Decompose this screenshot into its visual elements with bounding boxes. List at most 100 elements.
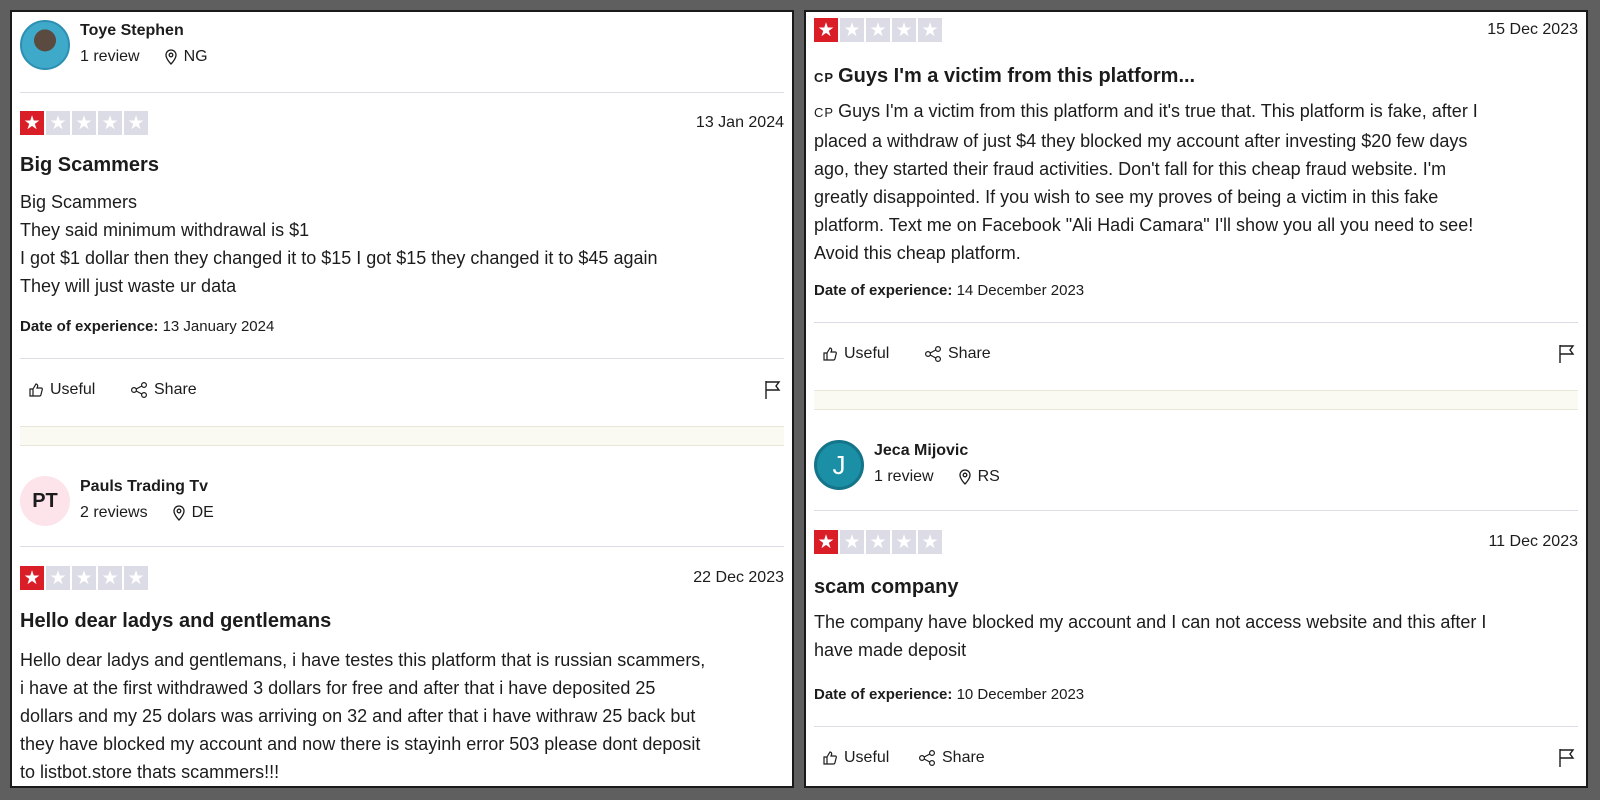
- star-icon: ★: [72, 566, 96, 590]
- share-icon: [924, 346, 942, 362]
- reviewer-name[interactable]: Toye Stephen: [80, 22, 184, 40]
- review-body-line: Avoid this cheap platform.: [814, 243, 1021, 263]
- reviewer-country: DE: [191, 504, 214, 521]
- star-icon: ★: [918, 18, 942, 42]
- avatar[interactable]: J: [814, 440, 864, 490]
- reviewer-meta: 1 review RS: [874, 468, 1000, 486]
- reviewer-meta: 2 reviews DE: [80, 504, 214, 522]
- thumbs-up-icon: [822, 346, 838, 362]
- date-of-experience-value: 10 December 2023: [956, 686, 1085, 703]
- review-body: CP Guys I'm a victim from this platform a…: [814, 97, 1478, 267]
- section-separator: [20, 426, 784, 446]
- review-body: Big Scammers They said minimum withdrawa…: [20, 188, 657, 300]
- share-label: Share: [942, 749, 985, 766]
- review-body-line: have made deposit: [814, 640, 967, 660]
- star-icon: ★: [72, 111, 96, 135]
- review-body-line: to listbot.store thats scammers!!!: [20, 762, 280, 782]
- location-pin-icon: [172, 505, 186, 521]
- star-icon: ★: [892, 530, 916, 554]
- star-rating: ★ ★ ★ ★ ★: [814, 530, 942, 554]
- review-body-line: ago, they started their fraud activities…: [814, 159, 1447, 179]
- reviewer-country: RS: [977, 468, 1000, 485]
- review-title-text: Guys I'm a victim from this platform...: [838, 65, 1196, 87]
- review-body-line: They will just waste ur data: [20, 276, 237, 296]
- review-body-line: they have blocked my account and now the…: [20, 734, 701, 754]
- useful-button[interactable]: Useful: [822, 749, 889, 767]
- useful-label: Useful: [50, 381, 96, 398]
- translation-badge: CP: [814, 70, 835, 85]
- review-title[interactable]: Hello dear ladys and gentlemans: [20, 610, 331, 633]
- date-of-experience: Date of experience: 14 December 2023: [814, 282, 1084, 299]
- review-panel-left: Toye Stephen 1 review NG ★ ★ ★ ★ ★ 13 Ja…: [10, 10, 794, 788]
- star-icon: ★: [840, 530, 864, 554]
- thumbs-up-icon: [822, 750, 838, 766]
- useful-button[interactable]: Useful: [28, 381, 95, 399]
- avatar[interactable]: [20, 20, 70, 70]
- review-count: 1 review: [80, 48, 140, 65]
- avatar[interactable]: PT: [20, 476, 70, 526]
- review-panel-right: ★ ★ ★ ★ ★ 15 Dec 2023 CP Guys I'm a victi…: [804, 10, 1588, 788]
- review-date: 15 Dec 2023: [1487, 21, 1578, 38]
- star-icon: ★: [98, 566, 122, 590]
- reviewer-name[interactable]: Pauls Trading Tv: [80, 478, 208, 496]
- divider: [814, 322, 1578, 323]
- star-icon: ★: [918, 530, 942, 554]
- review-body-line: They said minimum withdrawal is $1: [20, 220, 310, 240]
- review-body-line: CP Guys I'm a victim from this platform a…: [814, 97, 1478, 127]
- useful-label: Useful: [844, 345, 890, 362]
- review-body-line: Big Scammers: [20, 192, 138, 212]
- review-body-line: i have at the first withdrawed 3 dollars…: [20, 678, 656, 698]
- share-icon: [918, 750, 936, 766]
- location-pin-icon: [164, 49, 178, 65]
- share-button[interactable]: Share: [924, 345, 991, 363]
- review-date: 11 Dec 2023: [1488, 533, 1578, 550]
- flag-icon[interactable]: [1558, 344, 1576, 364]
- review-body-line: I got $1 dollar then they changed it to …: [20, 248, 658, 268]
- star-icon: ★: [892, 18, 916, 42]
- review-title[interactable]: scam company: [814, 576, 959, 599]
- divider: [20, 358, 784, 359]
- flag-icon[interactable]: [1558, 748, 1576, 768]
- date-of-experience-label: Date of experience:: [814, 686, 953, 703]
- star-icon: ★: [20, 566, 44, 590]
- share-button[interactable]: Share: [918, 749, 985, 767]
- date-of-experience-value: 13 January 2024: [162, 318, 275, 335]
- star-icon: ★: [46, 566, 70, 590]
- divider: [20, 92, 784, 93]
- review-title[interactable]: Big Scammers: [20, 154, 159, 177]
- star-icon: ★: [840, 18, 864, 42]
- reviewer-name[interactable]: Jeca Mijovic: [874, 442, 968, 460]
- star-rating: ★ ★ ★ ★ ★: [20, 566, 148, 590]
- date-of-experience-label: Date of experience:: [20, 318, 159, 335]
- star-icon: ★: [814, 530, 838, 554]
- date-of-experience: Date of experience: 13 January 2024: [20, 318, 274, 335]
- review-date: 13 Jan 2024: [695, 114, 784, 131]
- share-label: Share: [948, 345, 991, 362]
- star-rating: ★ ★ ★ ★ ★: [20, 111, 148, 135]
- reviewer-meta: 1 review NG: [80, 48, 208, 66]
- star-icon: ★: [866, 18, 890, 42]
- review-body: Hello dear ladys and gentlemans, i have …: [20, 646, 705, 786]
- star-icon: ★: [98, 111, 122, 135]
- reviewer-country: NG: [183, 48, 208, 65]
- share-button[interactable]: Share: [130, 381, 197, 399]
- divider: [814, 510, 1578, 511]
- review-body-line: The company have blocked my account and …: [814, 612, 1487, 632]
- star-icon: ★: [20, 111, 44, 135]
- useful-button[interactable]: Useful: [822, 345, 889, 363]
- review-count: 1 review: [874, 468, 934, 485]
- star-icon: ★: [124, 111, 148, 135]
- section-separator: [814, 390, 1578, 410]
- star-icon: ★: [814, 18, 838, 42]
- review-body: The company have blocked my account and …: [814, 608, 1486, 664]
- location-pin-icon: [958, 469, 972, 485]
- star-icon: ★: [46, 111, 70, 135]
- share-icon: [130, 382, 148, 398]
- useful-label: Useful: [844, 749, 890, 766]
- flag-icon[interactable]: [764, 380, 782, 400]
- review-title[interactable]: CP Guys I'm a victim from this platform..…: [814, 65, 1195, 88]
- review-body-line: Hello dear ladys and gentlemans, i have …: [20, 650, 706, 670]
- review-count: 2 reviews: [80, 504, 148, 521]
- date-of-experience: Date of experience: 10 December 2023: [814, 686, 1084, 703]
- review-body-line: platform. Text me on Facebook "Ali Hadi …: [814, 215, 1474, 235]
